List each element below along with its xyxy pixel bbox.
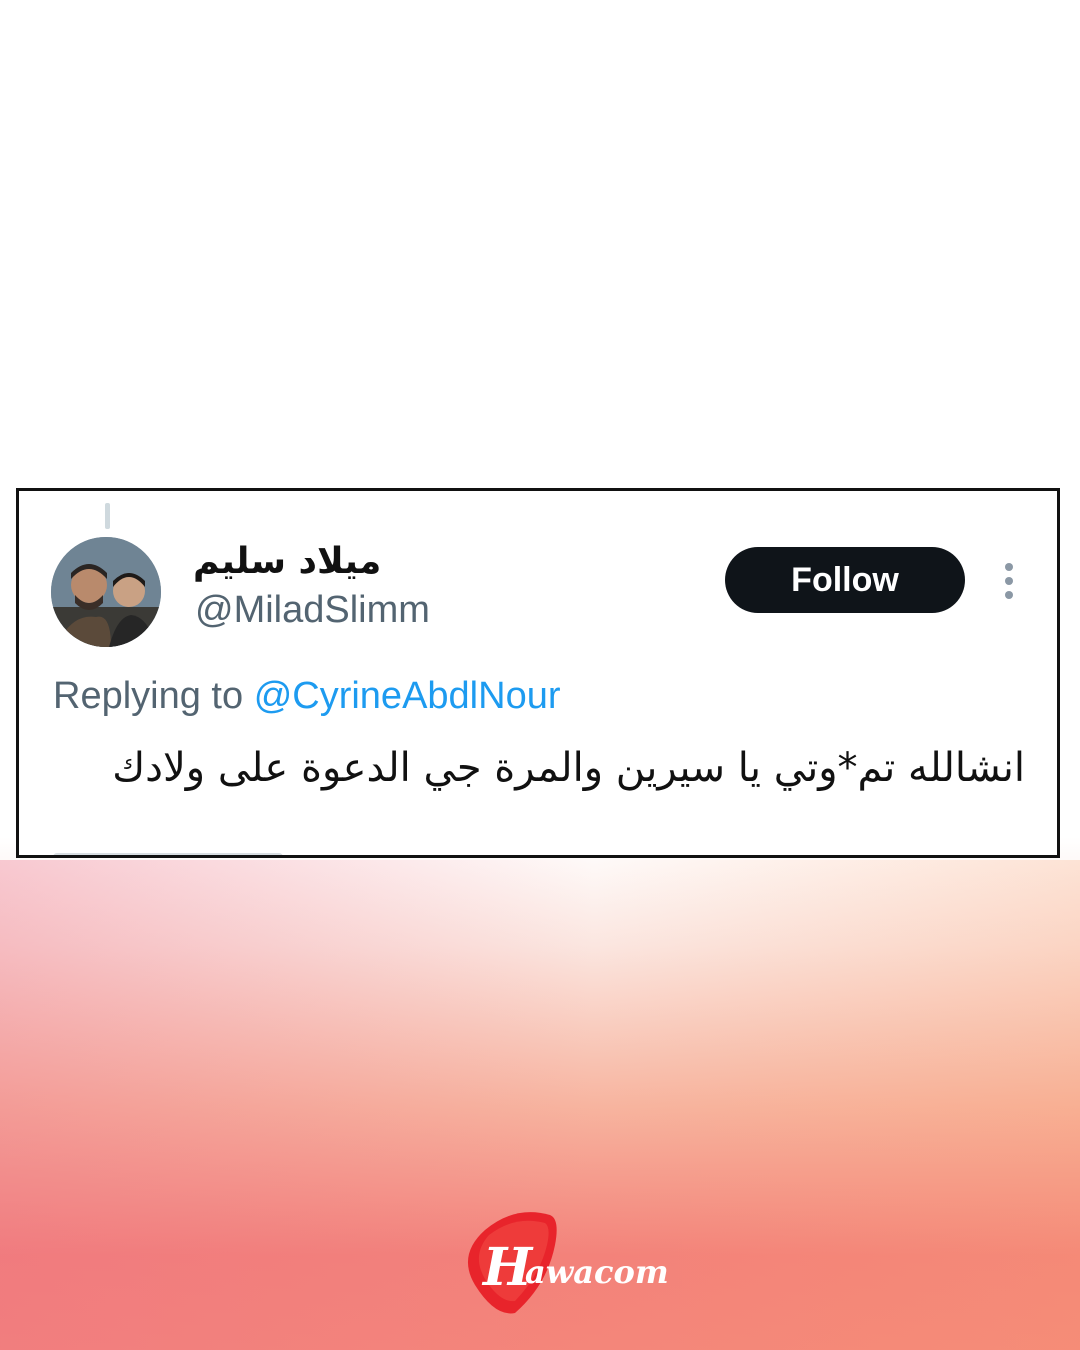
replying-to-mention[interactable]: @CyrineAbdlNour (254, 675, 561, 717)
more-vertical-icon[interactable] (997, 559, 1021, 603)
cut-off-row (53, 853, 283, 855)
follow-button[interactable]: Follow (725, 547, 965, 613)
replying-to-line: Replying to @CyrineAbdlNour (53, 675, 561, 718)
replying-to-label: Replying to (53, 675, 244, 717)
tweet-text: انشالله تم*وتي يا سيرين والمرة جي الدعوة… (112, 745, 1025, 791)
thread-connector-line (105, 503, 110, 529)
display-name[interactable]: ميلاد سليم (193, 541, 381, 582)
user-handle[interactable]: @MiladSlimm (195, 589, 430, 632)
svg-text:awacom: awacom (525, 1253, 669, 1291)
hawacom-logo-icon: H awacom (467, 1212, 669, 1314)
user-avatar-photo-icon (51, 537, 161, 647)
tweet-card: ميلاد سليم @MiladSlimm Follow Replying t… (16, 488, 1060, 858)
avatar[interactable] (51, 537, 161, 647)
